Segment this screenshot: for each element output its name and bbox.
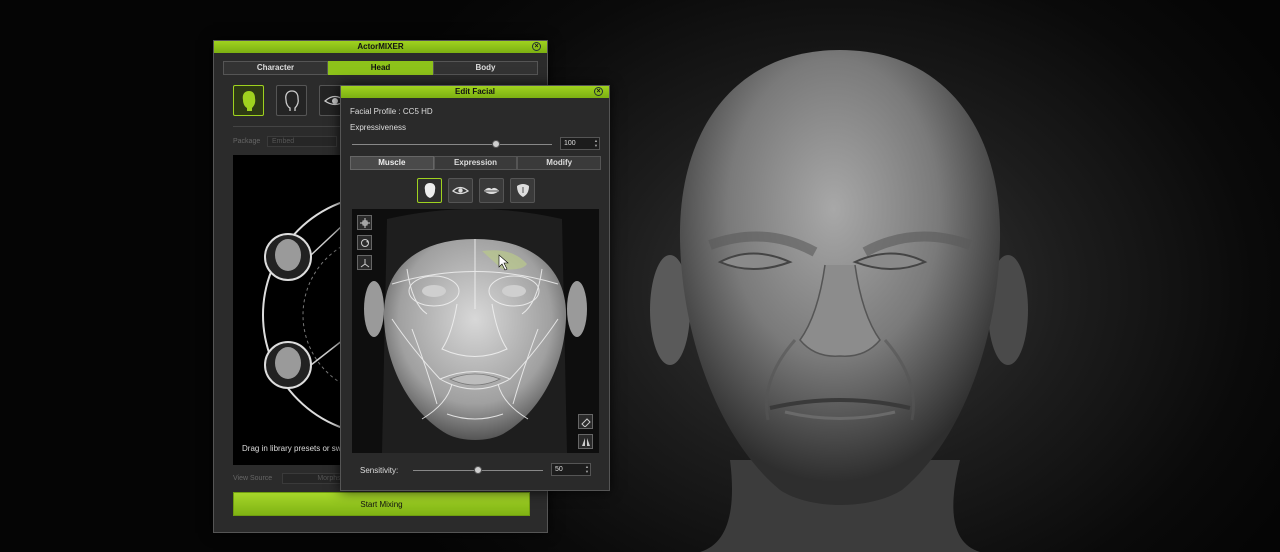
muscle-viewport[interactable] (352, 209, 599, 453)
actormixer-title: ActorMIXER (357, 42, 404, 51)
head-outline-icon[interactable] (276, 85, 307, 116)
expressiveness-label: Expressiveness (350, 123, 407, 132)
tab-expression[interactable]: Expression (433, 156, 518, 170)
tongue-icon[interactable] (510, 178, 535, 203)
facial-profile-label: Facial Profile : CC5 HD (350, 107, 433, 116)
sensitivity-label: Sensitivity: (360, 466, 399, 475)
package-field[interactable]: Embed (267, 136, 337, 147)
tab-muscle[interactable]: Muscle (350, 156, 434, 170)
sensitivity-slider-knob[interactable] (474, 466, 482, 474)
render-stage: ActorMIXER × Character Head Body Package… (0, 0, 1280, 552)
close-icon[interactable]: × (532, 42, 541, 51)
tab-head[interactable]: Head (328, 61, 433, 75)
expressiveness-slider-knob[interactable] (492, 140, 500, 148)
axis-icon[interactable] (357, 255, 372, 270)
face-icon[interactable] (417, 178, 442, 203)
head-silhouette-icon[interactable] (233, 85, 264, 116)
tab-modify[interactable]: Modify (517, 156, 602, 170)
package-label: Package (233, 138, 261, 145)
close-icon[interactable]: × (594, 87, 603, 96)
region-icons (417, 178, 535, 203)
eraser-icon[interactable] (578, 414, 593, 429)
head-render (650, 50, 1028, 552)
lips-icon[interactable] (479, 178, 504, 203)
divider (233, 126, 343, 127)
actormixer-tabs: Character Head Body (223, 61, 538, 75)
edit-facial-tabs: Muscle Expression Modify (350, 156, 602, 170)
sensitivity-value: 50 (555, 466, 563, 473)
expressiveness-slider[interactable] (352, 144, 552, 145)
mixer-viewport[interactable] (233, 155, 353, 465)
mirror-icon[interactable] (578, 434, 593, 449)
edit-facial-titlebar[interactable]: Edit Facial × (341, 86, 609, 98)
view-source-label: View Source (233, 475, 273, 482)
edit-facial-panel: Edit Facial × Facial Profile : CC5 HD Ex… (340, 85, 610, 491)
spinner-arrows-icon[interactable]: ▲ ▼ (585, 464, 589, 474)
eye-icon[interactable] (448, 178, 473, 203)
actormixer-titlebar[interactable]: ActorMIXER × (214, 41, 547, 53)
start-mixing-button[interactable]: Start Mixing (233, 492, 530, 516)
rotate-icon[interactable] (357, 235, 372, 250)
edit-facial-title: Edit Facial (454, 87, 495, 96)
expressiveness-input[interactable]: 100 ▲ ▼ (560, 137, 600, 150)
tab-body[interactable]: Body (433, 61, 538, 75)
mixer-hint: Drag in library presets or swap (242, 444, 351, 453)
face-muscle-map (352, 209, 599, 453)
expressiveness-value: 100 (564, 140, 576, 147)
mixer-wheel (262, 197, 353, 433)
sensitivity-input[interactable]: 50 ▲ ▼ (551, 463, 591, 476)
pan-icon[interactable] (357, 215, 372, 230)
tab-character[interactable]: Character (223, 61, 328, 75)
spinner-arrows-icon[interactable]: ▲ ▼ (594, 138, 598, 148)
actormixer-category-icons (233, 85, 350, 116)
